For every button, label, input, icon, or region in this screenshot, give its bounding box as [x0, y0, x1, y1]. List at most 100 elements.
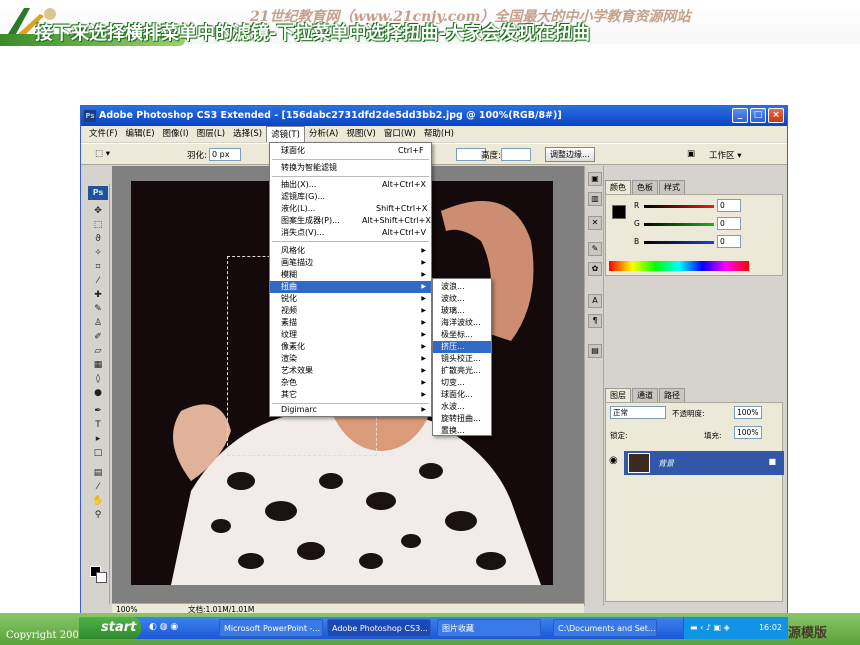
menu-item-stylize[interactable]: 风格化 ▶ — [270, 245, 431, 257]
taskbar-item-explorer[interactable]: C:\Documents and Set... — [553, 619, 657, 637]
red-slider[interactable] — [644, 205, 714, 208]
tab-paths[interactable]: 路径 — [659, 388, 685, 402]
submenu-item-twirl[interactable]: 旋转扭曲... — [433, 413, 491, 425]
taskbar-item-powerpoint[interactable]: Microsoft PowerPoint -... — [219, 619, 323, 637]
red-value[interactable]: 0 — [717, 199, 741, 212]
brush-tool-icon[interactable]: ✎ — [92, 304, 104, 314]
menu-filter[interactable]: 滤镜(T) — [266, 126, 305, 142]
taskbar-item-pictures[interactable]: 图片收藏 — [437, 619, 541, 637]
stamp-tool-icon[interactable]: ♙ — [92, 318, 104, 328]
green-slider[interactable] — [644, 223, 714, 226]
color-spectrum-bar[interactable] — [609, 261, 749, 271]
refine-edge-button[interactable]: 调整边缘... — [545, 147, 595, 162]
layer-comps-icon[interactable]: ▤ — [588, 344, 602, 358]
menu-item-pixelate[interactable]: 像素化 ▶ — [270, 341, 431, 353]
crop-tool-icon[interactable]: ⌗ — [92, 262, 104, 272]
workspace-menu[interactable]: 工作区 ▾ — [709, 149, 741, 161]
zoom-tool-icon[interactable]: ⚲ — [92, 510, 104, 520]
background-color-swatch[interactable] — [96, 572, 107, 583]
clone-panel-icon[interactable]: ✿ — [588, 262, 602, 276]
menu-item-extract[interactable]: 抽出(X)... Alt+Ctrl+X — [270, 179, 431, 191]
menu-item-vanishing-point[interactable]: 消失点(V)... Alt+Ctrl+V — [270, 227, 431, 239]
submenu-item-diffuse-glow[interactable]: 扩散亮光... — [433, 365, 491, 377]
maximize-button[interactable]: □ — [750, 108, 766, 123]
menu-item-last-filter[interactable]: 球面化 Ctrl+F — [270, 145, 431, 157]
menu-item-other[interactable]: 其它 ▶ — [270, 389, 431, 401]
taskbar-item-photoshop[interactable]: Adobe Photoshop CS3... — [327, 619, 431, 637]
marquee-tool-icon[interactable]: ⬚ — [92, 220, 104, 230]
brushes-panel-icon[interactable]: ✎ — [588, 242, 602, 256]
tools-panel-icon[interactable]: ✕ — [588, 216, 602, 230]
submenu-item-wave[interactable]: 波浪... — [433, 281, 491, 293]
eraser-tool-icon[interactable]: ▱ — [92, 346, 104, 356]
submenu-item-shear[interactable]: 切变... — [433, 377, 491, 389]
submenu-item-ripple[interactable]: 波纹... — [433, 293, 491, 305]
menu-file[interactable]: 文件(F) — [85, 126, 122, 142]
menu-item-filter-gallery[interactable]: 滤镜库(G)... — [270, 191, 431, 203]
healing-tool-icon[interactable]: ✚ — [92, 290, 104, 300]
layer-visibility-eye-icon[interactable]: ◉ — [609, 455, 618, 466]
menu-item-liquify[interactable]: 液化(L)... Shift+Ctrl+X — [270, 203, 431, 215]
gradient-tool-icon[interactable]: ▦ — [92, 360, 104, 370]
color-fg-swatch[interactable] — [612, 205, 626, 219]
menu-item-brush-strokes[interactable]: 画笔描边 ▶ — [270, 257, 431, 269]
submenu-item-glass[interactable]: 玻璃... — [433, 305, 491, 317]
layer-row-background[interactable]: 背景 ■ — [624, 451, 784, 475]
paragraph-panel-icon[interactable]: ¶ — [588, 314, 602, 328]
shape-tool-icon[interactable]: □ — [92, 448, 104, 458]
submenu-item-spherize[interactable]: 球面化... — [433, 389, 491, 401]
submenu-item-pinch[interactable]: 挤压... — [433, 341, 491, 353]
menu-item-artistic[interactable]: 艺术效果 ▶ — [270, 365, 431, 377]
lasso-tool-icon[interactable]: ϑ — [92, 234, 104, 244]
menu-item-video[interactable]: 视频 ▶ — [270, 305, 431, 317]
tab-styles[interactable]: 样式 — [659, 180, 685, 194]
eyedropper-icon[interactable]: ⁄ — [92, 482, 104, 492]
menu-item-sketch[interactable]: 素描 ▶ — [270, 317, 431, 329]
green-value[interactable]: 0 — [717, 217, 741, 230]
menu-item-texture[interactable]: 纹理 ▶ — [270, 329, 431, 341]
slice-tool-icon[interactable]: ⁄ — [92, 276, 104, 286]
history-brush-icon[interactable]: ✐ — [92, 332, 104, 342]
type-tool-icon[interactable]: T — [92, 420, 104, 430]
menu-window[interactable]: 窗口(W) — [380, 126, 420, 142]
menu-item-blur[interactable]: 模糊 ▶ — [270, 269, 431, 281]
move-tool-icon[interactable]: ✥ — [92, 206, 104, 216]
quick-launch-icons[interactable]: ◐ ◍ ◉ — [149, 622, 178, 632]
magic-wand-icon[interactable]: ✧ — [92, 248, 104, 258]
menu-item-distort[interactable]: 扭曲 ▶ — [270, 281, 431, 293]
menu-layer[interactable]: 图层(L) — [193, 126, 229, 142]
histogram-panel-icon[interactable]: ▥ — [588, 192, 602, 206]
height-input[interactable] — [501, 148, 531, 161]
menu-item-digimarc[interactable]: Digimarc ▶ — [270, 404, 431, 416]
opacity-input[interactable]: 100% — [734, 406, 762, 419]
blue-value[interactable]: 0 — [717, 235, 741, 248]
submenu-item-displace[interactable]: 置换... — [433, 425, 491, 436]
start-button[interactable]: start — [79, 617, 141, 639]
feather-input[interactable]: 0 px — [209, 148, 241, 161]
tab-layers[interactable]: 图层 — [605, 388, 631, 402]
tab-swatches[interactable]: 色板 — [632, 180, 658, 194]
submenu-item-polar[interactable]: 极坐标... — [433, 329, 491, 341]
path-select-icon[interactable]: ▸ — [92, 434, 104, 444]
menu-view[interactable]: 视图(V) — [342, 126, 379, 142]
menu-item-sharpen[interactable]: 锐化 ▶ — [270, 293, 431, 305]
menu-edit[interactable]: 编辑(E) — [122, 126, 159, 142]
minimize-button[interactable]: _ — [732, 108, 748, 123]
menu-help[interactable]: 帮助(H) — [420, 126, 458, 142]
menu-select[interactable]: 选择(S) — [229, 126, 266, 142]
tab-channels[interactable]: 通道 — [632, 388, 658, 402]
fill-input[interactable]: 100% — [734, 426, 762, 439]
submenu-item-zigzag[interactable]: 水波... — [433, 401, 491, 413]
blue-slider[interactable] — [644, 241, 714, 244]
submenu-item-lens-correction[interactable]: 镜头校正... — [433, 353, 491, 365]
navigator-panel-icon[interactable]: ▣ — [588, 172, 602, 186]
menu-item-pattern-maker[interactable]: 图案生成器(P)... Alt+Shift+Ctrl+X — [270, 215, 431, 227]
tray-icons[interactable]: ▬ ‹ ♪ ▣ ◈ — [690, 623, 730, 632]
blend-mode-select[interactable]: 正常 — [610, 406, 666, 419]
close-button[interactable]: × — [768, 108, 784, 123]
tab-color[interactable]: 颜色 — [605, 180, 631, 194]
marquee-tool-icon[interactable]: ⬚ ▾ — [95, 149, 110, 159]
notes-tool-icon[interactable]: ▤ — [92, 468, 104, 478]
hand-tool-icon[interactable]: ✋ — [92, 496, 104, 506]
menu-image[interactable]: 图像(I) — [159, 126, 193, 142]
